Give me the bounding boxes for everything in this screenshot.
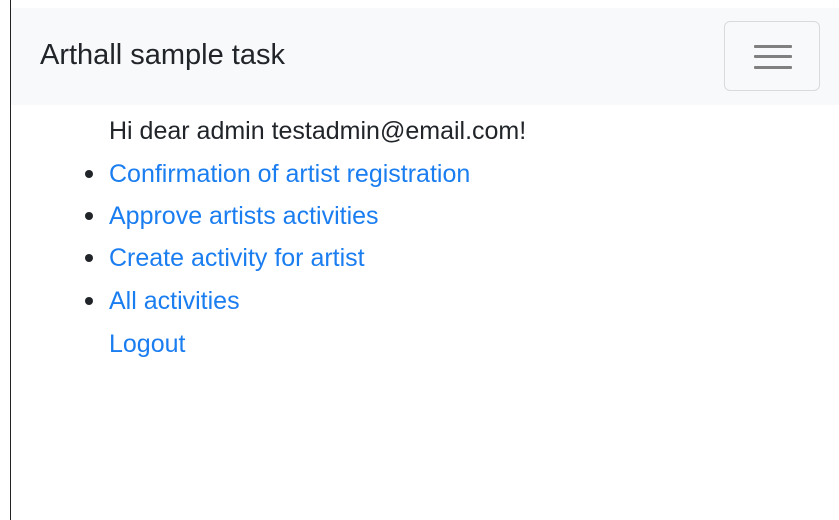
hamburger-menu-icon	[754, 55, 792, 58]
hamburger-menu-icon	[754, 66, 792, 69]
bullet-icon	[85, 297, 93, 305]
list-item: All activities	[85, 287, 240, 316]
bullet-icon	[85, 254, 93, 262]
all-activities-link[interactable]: All activities	[109, 287, 240, 315]
navbar-brand[interactable]: Arthall sample task	[40, 41, 285, 70]
list-item: Confirmation of artist registration	[85, 160, 470, 189]
navbar-toggler-button[interactable]	[724, 21, 820, 91]
confirmation-artist-registration-link[interactable]: Confirmation of artist registration	[109, 160, 470, 188]
window-left-edge	[0, 0, 11, 520]
approve-artists-activities-link[interactable]: Approve artists activities	[109, 202, 379, 230]
top-gap	[11, 0, 839, 8]
page-viewport: Arthall sample task Hi dear admin testad…	[11, 0, 839, 520]
hamburger-menu-icon	[754, 45, 792, 48]
bullet-icon	[85, 170, 93, 178]
list-item: Create activity for artist	[85, 244, 365, 273]
list-item: Approve artists activities	[85, 202, 379, 231]
logout-link[interactable]: Logout	[109, 330, 185, 359]
create-activity-for-artist-link[interactable]: Create activity for artist	[109, 244, 365, 272]
main-content: Hi dear admin testadmin@email.com! Confi…	[11, 105, 839, 358]
greeting-text: Hi dear admin testadmin@email.com!	[109, 117, 527, 145]
navbar: Arthall sample task	[11, 8, 839, 105]
bullet-icon	[85, 212, 93, 220]
